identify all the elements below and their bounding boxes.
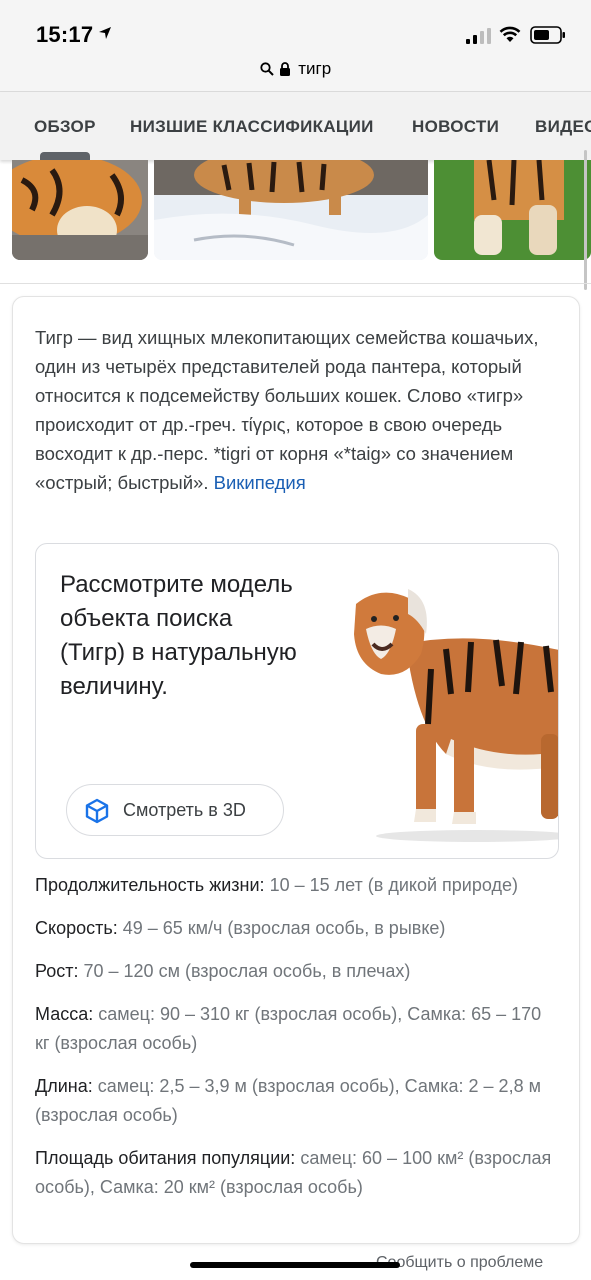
wikipedia-link[interactable]: Википедия [214,472,306,493]
tab-news[interactable]: НОВОСТИ [412,117,499,137]
fact-value: самец: 2,5 – 3,9 м (взрослая особь), Сам… [35,1076,541,1125]
tab-video[interactable]: ВИДЕО [535,117,591,137]
fact-label[interactable]: Площадь обитания популяции: [35,1148,295,1168]
battery-icon [530,26,565,44]
fact-label[interactable]: Продолжительность жизни: [35,875,265,895]
lock-icon [279,61,290,76]
fact-length: Длина: самец: 2,5 – 3,9 м (взрослая особ… [35,1072,555,1130]
status-bar: 15:17 [0,0,591,52]
image-carousel [0,160,591,264]
description-text: Тигр — вид хищных млекопитающих семейств… [35,327,539,493]
fact-value: 70 – 120 см (взрослая особь, в плечах) [83,961,411,981]
tiger-image-2[interactable] [154,160,428,260]
search-icon [260,61,274,76]
fact-label[interactable]: Скорость: [35,918,118,938]
ar-view-panel: Рассмотрите модель объекта поиска (Тигр)… [35,543,559,859]
fact-label[interactable]: Масса: [35,1004,93,1024]
home-indicator[interactable] [190,1262,400,1268]
search-tabs: ОБЗОР НИЗШИЕ КЛАССИФИКАЦИИ НОВОСТИ ВИДЕО [0,92,591,160]
fact-value: 10 – 15 лет (в дикой природе) [269,875,518,895]
fact-speed: Скорость: 49 – 65 км/ч (взрослая особь, … [35,914,555,943]
view-in-3d-button[interactable]: Смотреть в 3D [66,784,284,836]
cellular-signal-icon [466,28,491,44]
facts-list: Продолжительность жизни: 10 – 15 лет (в … [35,871,555,1216]
tiger-image-3[interactable] [434,160,591,260]
report-problem-link[interactable]: Сообщить о проблеме [376,1254,543,1272]
tiger-3d-model-preview [354,589,558,842]
ar-view-text: Рассмотрите модель объекта поиска (Тигр)… [60,571,297,700]
fact-label[interactable]: Рост: [35,961,78,981]
fact-value: 49 – 65 км/ч (взрослая особь, в рывке) [122,918,446,938]
fact-lifespan: Продолжительность жизни: 10 – 15 лет (в … [35,871,555,900]
view-in-3d-label: Смотреть в 3D [123,800,246,820]
fact-label[interactable]: Длина: [35,1076,93,1096]
fact-value: самец: 90 – 310 кг (взрослая особь), Сам… [35,1004,542,1053]
active-tab-indicator [40,152,90,160]
address-bar-query: тигр [298,58,332,78]
address-bar-content[interactable]: тигр [0,58,591,79]
tiger-image-1[interactable] [12,160,148,260]
fact-height: Рост: 70 – 120 см (взрослая особь, в пле… [35,957,555,986]
fact-mass: Масса: самец: 90 – 310 кг (взрослая особ… [35,1000,555,1058]
description-block: Тигр — вид хищных млекопитающих семейств… [35,323,565,497]
page-scrollbar[interactable] [584,150,587,290]
3d-cube-icon [85,798,109,824]
wifi-icon [499,26,521,42]
tab-overview[interactable]: ОБЗОР [34,117,96,137]
address-bar[interactable]: тигр [0,52,591,92]
knowledge-card: Тигр — вид хищных млекопитающих семейств… [12,296,580,1244]
location-arrow-icon [99,27,111,39]
tab-lower-classifications[interactable]: НИЗШИЕ КЛАССИФИКАЦИИ [130,117,374,137]
status-time: 15:17 [36,22,94,47]
fact-habitat-area: Площадь обитания популяции: самец: 60 – … [35,1144,555,1202]
section-divider [0,283,591,284]
